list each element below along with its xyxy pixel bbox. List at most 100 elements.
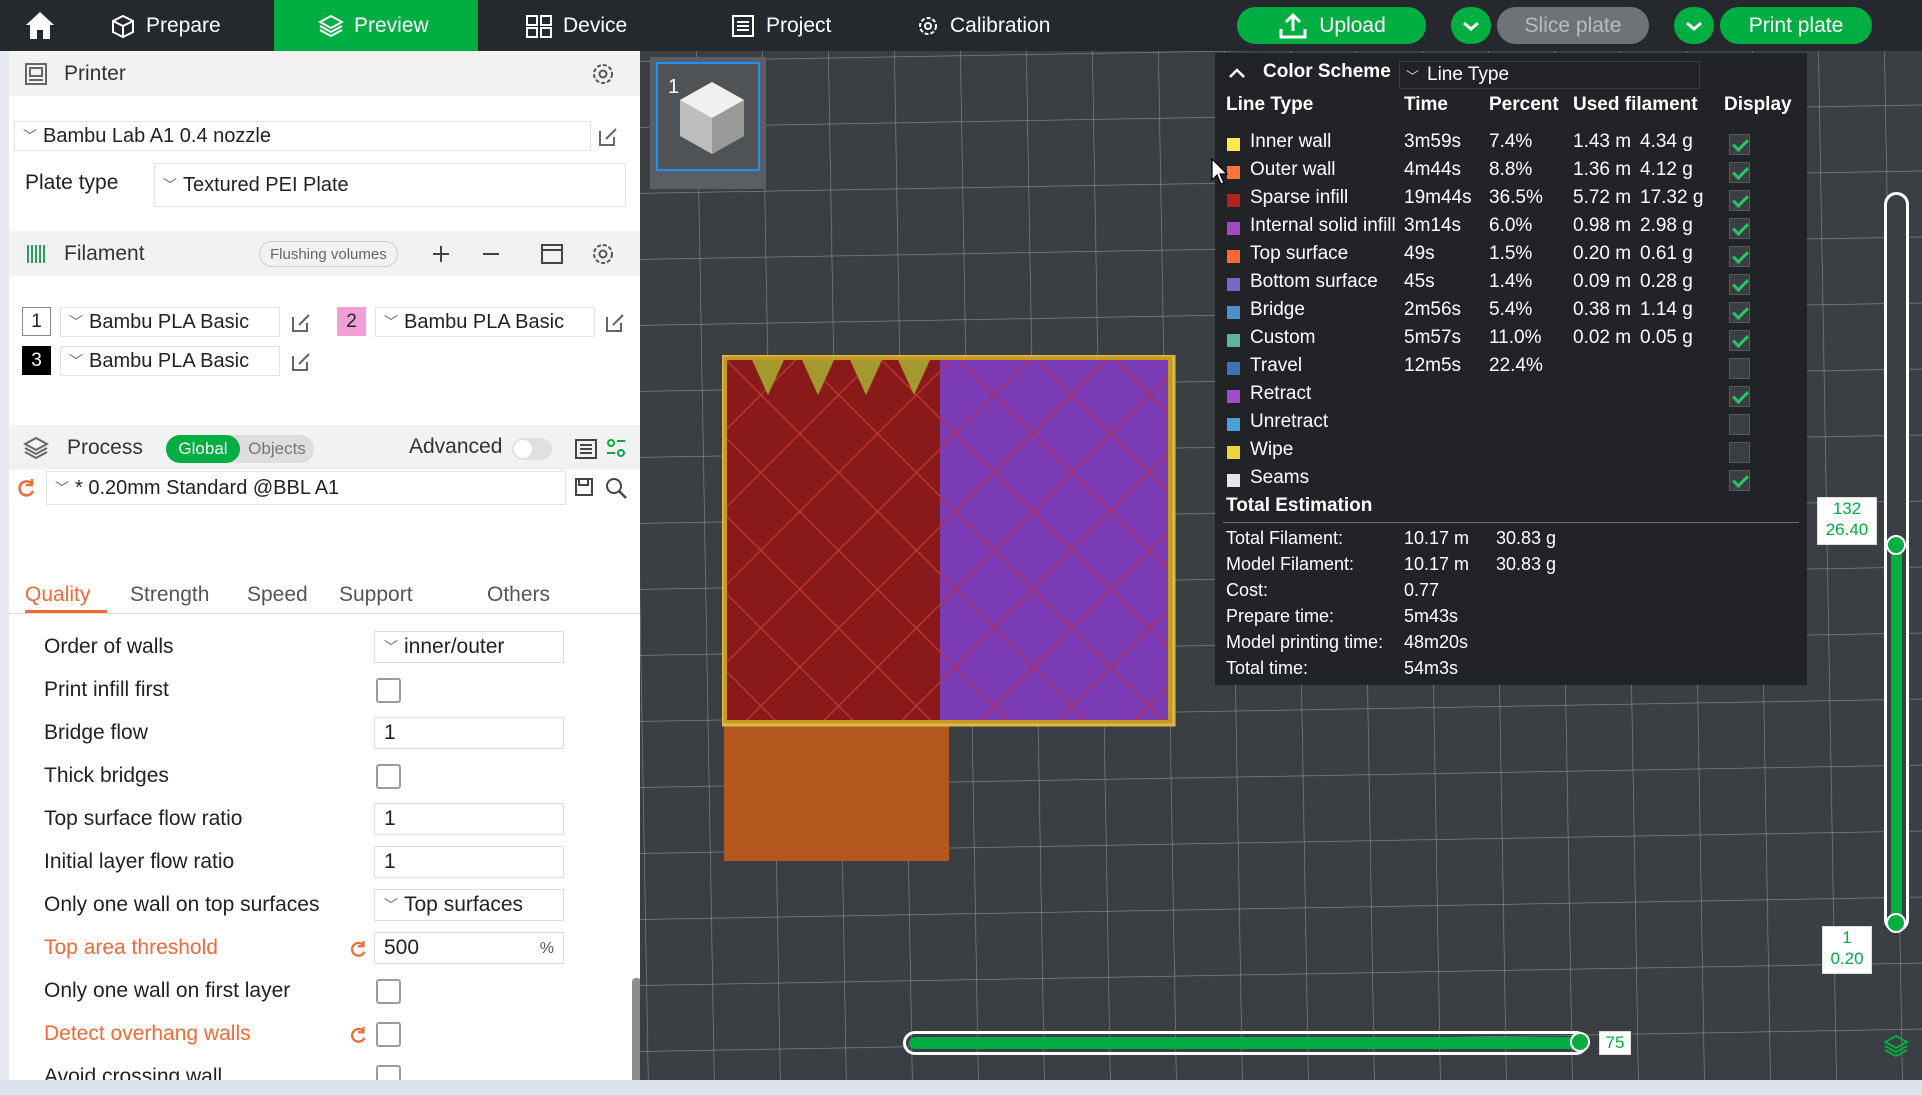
move-slider-handle[interactable] (1570, 1032, 1590, 1052)
reset-icon[interactable] (348, 1025, 368, 1045)
tab-prepare[interactable]: Prepare (110, 0, 221, 51)
slice-dropdown-button[interactable] (1451, 7, 1491, 44)
layers-icon[interactable] (1883, 1033, 1909, 1057)
remove-icon[interactable] (481, 244, 501, 264)
tab-label: Calibration (950, 13, 1051, 37)
display-toggle-checkbox[interactable] (1729, 414, 1750, 435)
flushing-volumes-button[interactable]: Flushing volumes (259, 241, 398, 267)
filament-slot-badge[interactable]: 2 (337, 307, 366, 336)
ams-icon[interactable] (539, 241, 565, 267)
bridge-flow-input[interactable]: 1 (374, 717, 564, 749)
tab-calibration[interactable]: Calibration (916, 0, 1050, 51)
bottom-layer-handle[interactable] (1886, 913, 1906, 933)
filament-slot-badge[interactable]: 1 (22, 307, 51, 336)
display-toggle-checkbox[interactable] (1729, 470, 1750, 491)
top-surface-flow-input[interactable]: 1 (374, 803, 564, 835)
color-swatch (1227, 222, 1240, 235)
edit-icon[interactable] (289, 311, 313, 335)
legend-percent: 8.8% (1489, 159, 1533, 180)
detect-overhang-checkbox[interactable] (376, 1022, 401, 1047)
initial-layer-flow-input[interactable]: 1 (374, 846, 564, 878)
tab-support[interactable]: Support (339, 583, 413, 607)
reset-icon[interactable] (15, 477, 37, 499)
print-plate-button[interactable]: Print plate (1720, 7, 1872, 44)
display-toggle-checkbox[interactable] (1729, 190, 1750, 211)
top-layer-height: 26.40 (1825, 520, 1869, 539)
print-infill-first-checkbox[interactable] (376, 678, 401, 703)
column-header: Display (1724, 94, 1792, 115)
objects-option[interactable]: Objects (242, 435, 312, 463)
filament-slot-badge[interactable]: 3 (22, 346, 51, 375)
legend-length: 5.72 m (1573, 187, 1632, 208)
display-toggle-checkbox[interactable] (1729, 330, 1750, 351)
edit-icon[interactable] (603, 311, 627, 335)
tab-quality[interactable]: Quality (25, 583, 90, 607)
display-toggle-checkbox[interactable] (1729, 386, 1750, 407)
legend-length: 1.36 m (1573, 159, 1632, 180)
tab-preview[interactable]: Preview (274, 0, 478, 51)
advanced-toggle[interactable] (512, 438, 552, 460)
legend-weight: 2.98 g (1640, 215, 1693, 236)
top-layer-handle[interactable] (1886, 535, 1906, 555)
color-swatch (1227, 418, 1240, 431)
legend-row: Unretract (1215, 411, 1807, 439)
legend-length: 0.38 m (1573, 299, 1632, 320)
thick-bridges-checkbox[interactable] (376, 764, 401, 789)
total-estimation-title: Total Estimation (1226, 495, 1373, 516)
tab-speed[interactable]: Speed (247, 583, 308, 607)
layer-range-slider[interactable] (1884, 192, 1909, 932)
tab-project[interactable]: Project (730, 0, 831, 51)
list-icon[interactable] (574, 437, 598, 461)
slice-plate-button[interactable]: Slice plate (1497, 7, 1649, 44)
printer-select[interactable]: ﹀ Bambu Lab A1 0.4 nozzle (14, 121, 591, 151)
display-toggle-checkbox[interactable] (1729, 302, 1750, 323)
order-of-walls-select[interactable]: ﹀ inner/outer (374, 631, 564, 663)
legend-percent: 1.4% (1489, 271, 1533, 292)
collapse-icon[interactable] (1227, 66, 1247, 80)
legend-name: Seams (1250, 467, 1310, 488)
plate-type-label: Plate type (25, 171, 119, 194)
display-toggle-checkbox[interactable] (1729, 162, 1750, 183)
avoid-crossing-wall-checkbox[interactable] (376, 1065, 401, 1080)
filament-select[interactable]: ﹀ Bambu PLA Basic (375, 307, 595, 337)
add-icon[interactable] (431, 244, 451, 264)
global-objects-toggle[interactable]: Global Objects (166, 435, 314, 463)
filament-select[interactable]: ﹀ Bambu PLA Basic (60, 346, 280, 376)
print-dropdown-button[interactable] (1674, 7, 1714, 44)
display-toggle-checkbox[interactable] (1729, 218, 1750, 239)
plate-thumbnail-selected[interactable]: 1 (656, 62, 760, 171)
plate-thumbnail[interactable]: 1 (650, 57, 766, 189)
edit-icon[interactable] (289, 350, 313, 374)
legend-percent: 36.5% (1489, 187, 1543, 208)
move-slider[interactable] (903, 1031, 1588, 1055)
reset-icon[interactable] (348, 939, 368, 959)
display-toggle-checkbox[interactable] (1729, 274, 1750, 295)
home-icon[interactable] (22, 8, 58, 42)
search-icon[interactable] (604, 476, 628, 500)
legend-weight: 17.32 g (1640, 187, 1704, 208)
save-icon[interactable] (573, 476, 595, 498)
top-area-threshold-input[interactable]: 500% (374, 932, 564, 964)
color-swatch (1227, 194, 1240, 207)
tab-strength[interactable]: Strength (130, 583, 209, 607)
plate-type-select[interactable]: ﹀ Textured PEI Plate (154, 163, 626, 207)
scrollbar[interactable] (632, 978, 640, 1080)
tab-others[interactable]: Others (487, 583, 550, 607)
one-wall-first-layer-checkbox[interactable] (376, 979, 401, 1004)
display-toggle-checkbox[interactable] (1729, 134, 1750, 155)
color-scheme-select[interactable]: ﹀ Line Type (1399, 61, 1700, 89)
one-wall-top-select[interactable]: ﹀ Top surfaces (374, 889, 564, 921)
gear-icon[interactable] (591, 62, 615, 86)
global-option[interactable]: Global (166, 435, 240, 463)
tab-device[interactable]: Device (525, 0, 627, 51)
filament-select[interactable]: ﹀ Bambu PLA Basic (60, 307, 280, 337)
upload-button[interactable]: Upload (1237, 7, 1426, 44)
setting-label: Only one wall on first layer (44, 979, 291, 1002)
process-profile-select[interactable]: ﹀ * 0.20mm Standard @BBL A1 (46, 471, 566, 505)
display-toggle-checkbox[interactable] (1729, 442, 1750, 463)
gear-icon[interactable] (591, 242, 615, 266)
display-toggle-checkbox[interactable] (1729, 358, 1750, 379)
display-toggle-checkbox[interactable] (1729, 246, 1750, 267)
object-settings-icon[interactable] (605, 437, 627, 459)
edit-icon[interactable] (596, 125, 620, 149)
